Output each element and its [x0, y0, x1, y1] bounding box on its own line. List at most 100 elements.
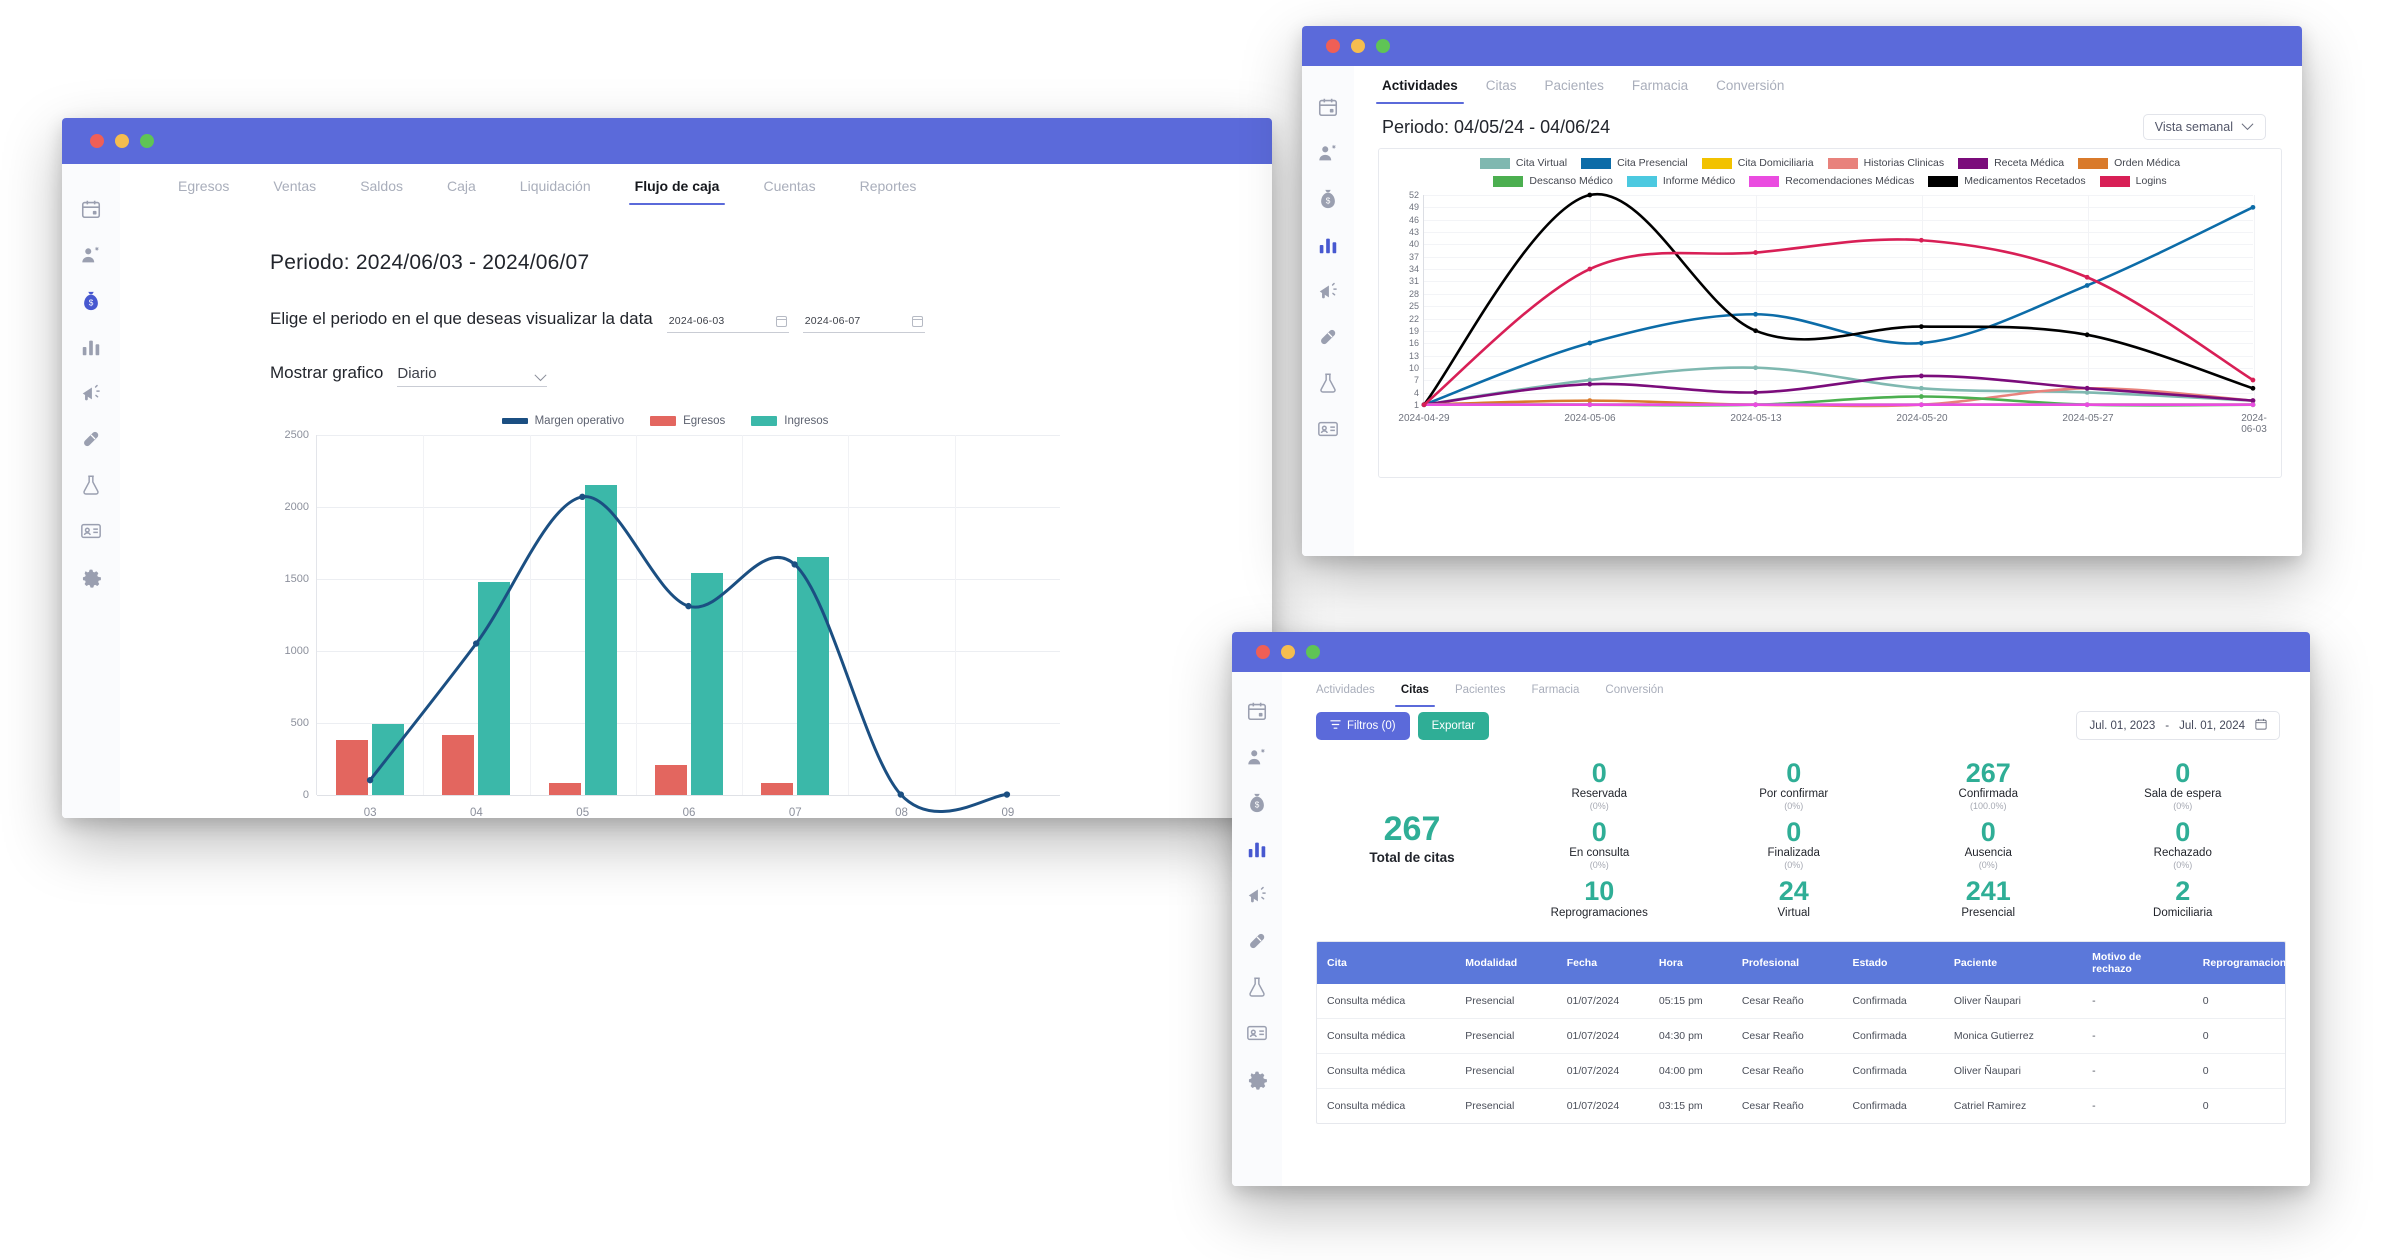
window3-tab-citas[interactable]: Citas — [1394, 684, 1436, 707]
table-cell: 04:30 pm — [1648, 1018, 1732, 1054]
window1-tab-cuentas[interactable]: Cuentas — [763, 178, 815, 205]
legend-item[interactable]: Margen operativo — [501, 415, 624, 427]
line-margen-operativo — [366, 493, 1011, 814]
window3-titlebar[interactable] — [1232, 632, 2310, 672]
y-axis-tick: 31 — [1408, 276, 1419, 287]
legend-item[interactable]: Cita Presencial — [1581, 157, 1688, 169]
bar-chart-icon[interactable] — [1305, 222, 1351, 268]
id-card-icon[interactable] — [68, 508, 114, 554]
bar-chart-icon[interactable] — [68, 324, 114, 370]
window3-tab-farmacia[interactable]: Farmacia — [1531, 684, 1579, 707]
table-column-header[interactable]: Motivo de rechazo — [2082, 941, 2193, 984]
id-card-icon[interactable] — [1305, 406, 1351, 452]
flask-icon[interactable] — [1305, 360, 1351, 406]
table-row[interactable]: Consulta médica Presencial 01/07/2024 03:15… — [1317, 1088, 2285, 1123]
patient-icon[interactable] — [1234, 734, 1280, 780]
date-range-picker[interactable]: Jul. 01, 2023 - Jul. 01, 2024 — [2076, 711, 2280, 740]
legend-item[interactable]: Ingresos — [751, 415, 828, 427]
pill-icon[interactable] — [1234, 918, 1280, 964]
legend-swatch — [751, 416, 778, 426]
window3-tab-pacientes[interactable]: Pacientes — [1455, 684, 1506, 707]
gear-icon[interactable] — [68, 554, 114, 600]
window2-tab-citas[interactable]: Citas — [1486, 78, 1517, 104]
megaphone-icon[interactable] — [68, 370, 114, 416]
table-column-header[interactable]: Fecha — [1556, 941, 1649, 984]
calendar-icon[interactable] — [1234, 688, 1280, 734]
legend-item[interactable]: Medicamentos Recetados — [1928, 175, 2086, 187]
kpi-label: Sala de espera — [2144, 788, 2222, 801]
date-to-input[interactable]: 2024-06-07 — [802, 315, 925, 333]
kpi-label: Ausencia — [1964, 847, 2012, 860]
table-cell: Cesar Reaño — [1741, 1099, 1804, 1112]
table-row[interactable]: Consulta médica Presencial 01/07/2024 04:30… — [1317, 1018, 2285, 1054]
window2-titlebar[interactable] — [1302, 26, 2302, 66]
calendar-icon[interactable] — [68, 186, 114, 232]
money-bag-icon[interactable]: $ — [1305, 176, 1351, 222]
window3-tab-conversi-n[interactable]: Conversión — [1605, 684, 1663, 707]
minimize-button[interactable] — [115, 134, 129, 148]
filtros-button[interactable]: Filtros (0) — [1316, 711, 1410, 740]
id-card-icon[interactable] — [1234, 1010, 1280, 1056]
tab-label: Farmacia — [1531, 684, 1580, 696]
table-row[interactable]: Consulta médica Presencial 01/07/2024 05:15… — [1317, 983, 2285, 1019]
money-bag-icon[interactable]: $ — [1234, 780, 1280, 826]
legend-item[interactable]: Historias Clinicas — [1827, 157, 1944, 169]
legend-item[interactable]: Egresos — [650, 415, 725, 427]
y-axis-tick: 46 — [1408, 214, 1419, 225]
close-button[interactable] — [90, 134, 104, 148]
legend-item[interactable]: Descanso Médico — [1493, 175, 1613, 187]
window1-tab-liquidaci-n[interactable]: Liquidación — [520, 178, 591, 205]
money-bag-icon[interactable]: $ — [68, 278, 114, 324]
legend-item[interactable]: Cita Virtual — [1479, 157, 1567, 169]
table-row[interactable]: Consulta médica Presencial 01/07/2024 04:00… — [1317, 1053, 2285, 1089]
window1-tab-egresos[interactable]: Egresos — [178, 178, 229, 205]
table-column-header[interactable]: Modalidad — [1455, 941, 1557, 984]
zoom-button[interactable] — [1376, 39, 1390, 53]
table-column-header[interactable]: Reprogramaciones — [2192, 941, 2285, 984]
zoom-button[interactable] — [140, 134, 154, 148]
window3-tab-actividades[interactable]: Actividades — [1316, 684, 1375, 707]
flask-icon[interactable] — [68, 462, 114, 508]
legend-item[interactable]: Recomendaciones Médicas — [1749, 175, 1914, 187]
date-from-input[interactable]: 2024-06-03 — [666, 315, 789, 333]
window1-tab-saldos[interactable]: Saldos — [360, 178, 403, 205]
window1-titlebar[interactable] — [62, 118, 1272, 164]
close-button[interactable] — [1256, 645, 1270, 659]
legend-item[interactable]: Logins — [2099, 175, 2167, 187]
patient-icon[interactable] — [68, 232, 114, 278]
window1-tab-caja[interactable]: Caja — [447, 178, 476, 205]
zoom-button[interactable] — [1306, 645, 1320, 659]
window2-tab-actividades[interactable]: Actividades — [1376, 78, 1464, 104]
window1-tab-reportes[interactable]: Reportes — [860, 178, 917, 205]
table-column-header[interactable]: Cita — [1317, 941, 1456, 984]
megaphone-icon[interactable] — [1305, 268, 1351, 314]
legend-item[interactable]: Informe Médico — [1626, 175, 1735, 187]
window1-tab-flujo-de-caja[interactable]: Flujo de caja — [628, 178, 726, 205]
table-cell: Presencial — [1455, 1053, 1557, 1089]
minimize-button[interactable] — [1281, 645, 1295, 659]
gear-icon[interactable] — [1234, 1056, 1280, 1102]
legend-item[interactable]: Receta Médica — [1958, 157, 2064, 169]
window2-tab-farmacia[interactable]: Farmacia — [1632, 78, 1688, 104]
table-column-header[interactable]: Estado — [1842, 941, 1944, 984]
table-column-header[interactable]: Hora — [1648, 941, 1732, 984]
view-mode-select[interactable]: Vista semanal — [2142, 114, 2266, 140]
window2-tab-conversi-n[interactable]: Conversión — [1716, 78, 1784, 104]
megaphone-icon[interactable] — [1234, 872, 1280, 918]
minimize-button[interactable] — [1351, 39, 1365, 53]
table-column-header[interactable]: Profesional — [1731, 941, 1843, 984]
close-button[interactable] — [1326, 39, 1340, 53]
table-column-header[interactable]: Paciente — [1943, 941, 2083, 984]
legend-item[interactable]: Cita Domiciliaria — [1701, 157, 1814, 169]
window1-tab-ventas[interactable]: Ventas — [273, 178, 316, 205]
flask-icon[interactable] — [1234, 964, 1280, 1010]
pill-icon[interactable] — [68, 416, 114, 462]
pill-icon[interactable] — [1305, 314, 1351, 360]
calendar-icon[interactable] — [1305, 84, 1351, 130]
exportar-button[interactable]: Exportar — [1417, 711, 1490, 740]
patient-icon[interactable] — [1305, 130, 1351, 176]
window2-tab-pacientes[interactable]: Pacientes — [1545, 78, 1604, 104]
legend-item[interactable]: Orden Médica — [2078, 157, 2180, 169]
chart-mode-select[interactable]: Diario — [397, 365, 548, 387]
bar-chart-icon[interactable] — [1234, 826, 1280, 872]
